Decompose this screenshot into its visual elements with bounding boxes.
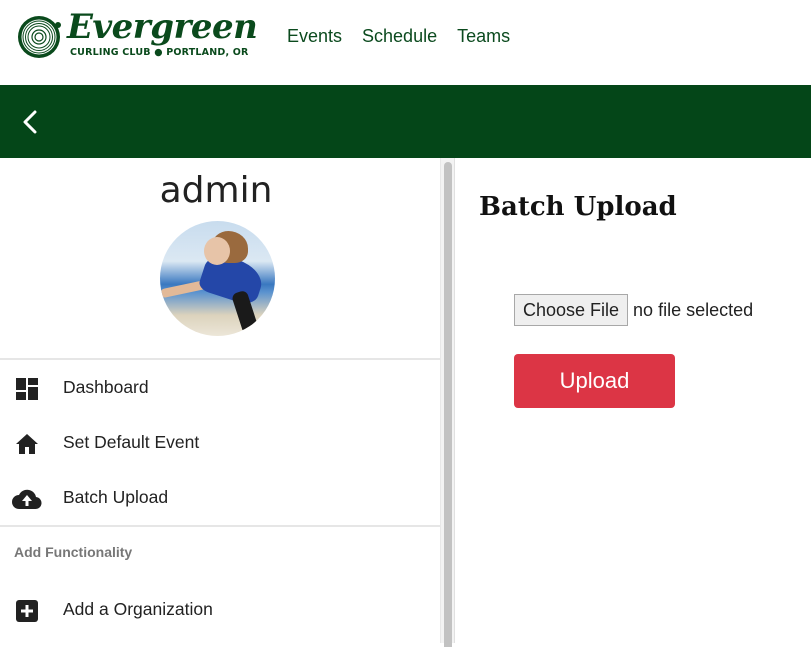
- cloud-upload-icon: [12, 489, 42, 510]
- back-button[interactable]: [16, 107, 46, 137]
- sidebar-item-label: Batch Upload: [63, 487, 169, 507]
- username: admin: [159, 170, 273, 211]
- file-input: Choose File no file selected: [514, 294, 753, 326]
- nav-link-teams[interactable]: Teams: [457, 26, 510, 47]
- sidebar-item-batch-upload[interactable]: Batch Upload: [0, 470, 440, 525]
- main-nav: Events Schedule Teams: [287, 26, 510, 47]
- sidebar-item-dashboard[interactable]: Dashboard: [0, 360, 440, 415]
- sidebar-item-add-organization[interactable]: Add a Organization: [0, 582, 440, 637]
- chevron-left-icon: [23, 110, 37, 134]
- avatar-head: [204, 237, 230, 265]
- tree-ring-logo-icon: [18, 16, 61, 58]
- scrollbar-thumb[interactable]: [444, 162, 452, 647]
- choose-file-button[interactable]: Choose File: [514, 294, 629, 326]
- brand-logo[interactable]: Evergreen CURLING CLUB ● PORTLAND, OR: [17, 7, 258, 63]
- app-toolbar: [0, 85, 811, 158]
- sidebar-scrollbar[interactable]: [440, 158, 455, 647]
- home-icon: [16, 434, 38, 454]
- sidebar-item-set-default-event[interactable]: Set Default Event: [0, 415, 440, 470]
- sidebar-divider: [0, 525, 440, 527]
- top-navbar: Evergreen CURLING CLUB ● PORTLAND, OR Ev…: [0, 0, 811, 85]
- sidebar-item-label: Add a Organization: [63, 599, 213, 619]
- section-label: Add Functionality: [14, 544, 133, 560]
- avatar: [160, 221, 275, 336]
- nav-link-schedule[interactable]: Schedule: [362, 26, 437, 47]
- nav-link-events[interactable]: Events: [287, 26, 342, 47]
- page-title: Batch Upload: [479, 192, 677, 222]
- add-box-icon: [16, 600, 38, 622]
- upload-button[interactable]: Upload: [514, 354, 675, 408]
- main-content: Batch Upload Choose File no file selecte…: [455, 158, 811, 643]
- brand-tagline: CURLING CLUB ● PORTLAND, OR: [70, 47, 249, 58]
- sidebar: admin Dashboard Set Default Event Batch …: [0, 158, 440, 643]
- file-status-text: no file selected: [633, 299, 754, 320]
- sidebar-item-label: Dashboard: [63, 377, 149, 397]
- brand-name: Evergreen: [67, 7, 258, 47]
- dashboard-icon: [16, 378, 38, 400]
- sidebar-item-label: Set Default Event: [63, 432, 200, 452]
